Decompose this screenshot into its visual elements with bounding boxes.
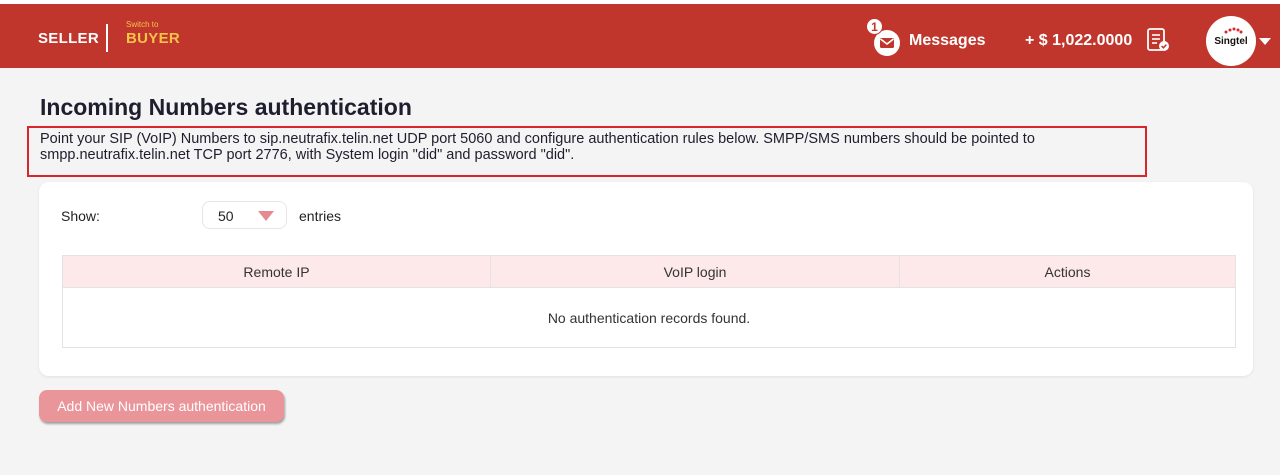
messages-count-badge: 1	[866, 18, 883, 35]
authentication-table: Remote IP VoIP login Actions No authenti…	[62, 255, 1236, 348]
chevron-down-icon[interactable]	[1259, 38, 1271, 45]
seller-label: SELLER	[38, 30, 99, 47]
invoice-icon[interactable]	[1145, 27, 1171, 58]
authentication-card: Show: 50 entries Remote IP VoIP login Ac…	[39, 182, 1253, 376]
info-message: Point your SIP (VoIP) Numbers to sip.neu…	[27, 126, 1147, 177]
entries-select[interactable]: 50	[202, 201, 287, 229]
table-header: Remote IP VoIP login Actions	[63, 256, 1235, 288]
avatar[interactable]: Singtel	[1206, 16, 1256, 66]
column-header-voip-login[interactable]: VoIP login	[491, 256, 900, 288]
column-header-remote-ip[interactable]: Remote IP	[63, 256, 491, 288]
switch-buyer-label: BUYER	[126, 30, 181, 47]
account-balance[interactable]: + $ 1,022.0000	[1025, 32, 1132, 50]
column-header-actions: Actions	[1044, 264, 1091, 280]
entries-label: entries	[299, 208, 342, 224]
show-label: Show:	[61, 208, 100, 224]
top-navigation-bar: SELLER Switch to BUYER 1 Messages + $ 1,…	[0, 0, 1280, 68]
switch-to-small-label: Switch to	[126, 20, 159, 29]
caret-down-icon	[258, 211, 274, 221]
messages-button[interactable]: 1	[866, 18, 906, 58]
avatar-brand-text: Singtel	[1214, 36, 1248, 47]
entries-select-value: 50	[218, 208, 234, 224]
switch-to-buyer-link[interactable]: Switch to BUYER	[126, 20, 181, 47]
page-title: Incoming Numbers authentication	[40, 94, 412, 120]
add-numbers-authentication-button[interactable]: Add New Numbers authentication	[39, 390, 284, 422]
messages-label[interactable]: Messages	[909, 32, 986, 50]
header-divider	[106, 24, 108, 52]
table-empty-message: No authentication records found.	[547, 310, 751, 326]
